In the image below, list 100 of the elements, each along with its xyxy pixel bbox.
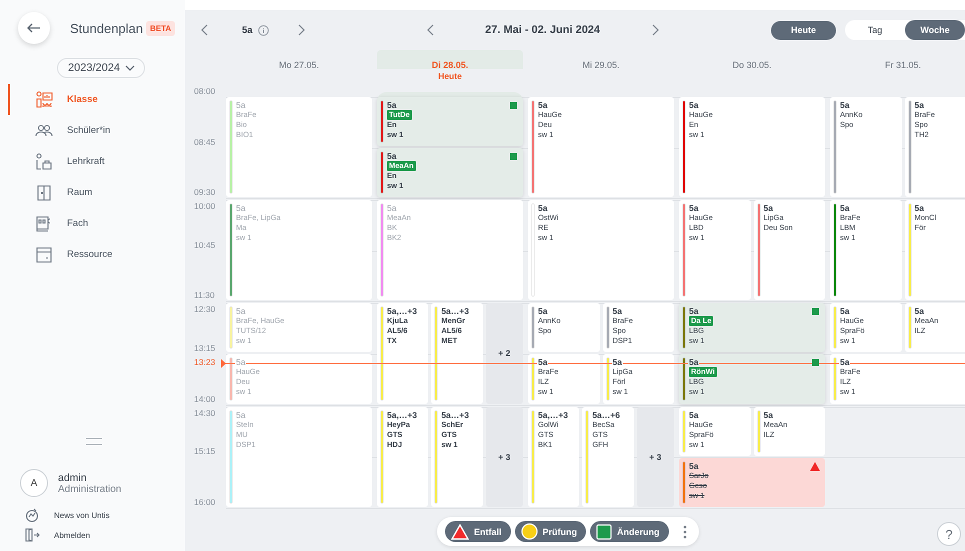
lesson-class: 5a…+6: [591, 410, 621, 420]
lesson-class: 5a: [386, 203, 398, 214]
day-header: Mo 27.05.: [278, 60, 320, 70]
user-name: admin: [58, 472, 88, 484]
lesson-class: 5a: [688, 410, 700, 420]
chevron-down-icon: [125, 65, 135, 71]
lesson-class: 5a: [762, 203, 774, 214]
nav-item[interactable]: Lehrkraft: [8, 146, 185, 177]
lesson-class: 5a: [386, 100, 398, 110]
change-marker-icon: [510, 153, 517, 160]
time-label: 09:30: [194, 187, 216, 198]
beta-badge: BETA: [146, 20, 176, 36]
legend-filter[interactable]: Prüfung: [514, 521, 586, 542]
lesson-class: 5a,…+3: [537, 410, 570, 420]
day-header: Do 30.05.: [732, 60, 772, 70]
next-week-button[interactable]: [650, 22, 661, 38]
week-range: 27. Mai - 02. Juni 2024: [485, 24, 600, 36]
lesson-class: 5a…+3: [440, 410, 470, 420]
today-button[interactable]: Heute: [771, 20, 836, 40]
change-marker-icon: [510, 102, 517, 109]
news-icon: [24, 507, 40, 523]
more-options-icon[interactable]: [682, 524, 687, 538]
more-lessons[interactable]: + 2: [486, 303, 523, 404]
triangle-icon: [451, 524, 469, 540]
year-dropdown[interactable]: 2023/2024: [57, 58, 145, 78]
lesson-class: 5a,…+3: [386, 410, 418, 420]
box-icon: [35, 246, 53, 264]
lesson-class: 5a: [688, 100, 700, 110]
help-button[interactable]: ?: [937, 522, 961, 546]
nav-item[interactable]: Schüler*in: [8, 115, 185, 146]
easel-icon: [35, 90, 53, 108]
chevron-right-icon: [298, 24, 305, 36]
time-label: 12:30: [194, 304, 216, 314]
lesson-class: 5a: [235, 410, 246, 420]
user-role: Administration: [58, 484, 122, 494]
back-button[interactable]: [18, 12, 50, 44]
lesson-class: 5a: [762, 410, 774, 420]
lesson-class: 5a: [839, 306, 850, 316]
time-label: 15:15: [194, 446, 216, 456]
lesson-class: 5a: [612, 306, 623, 316]
view-toggle[interactable]: Tag: [845, 20, 905, 40]
nav-item[interactable]: Fach: [8, 208, 185, 239]
next-class-button[interactable]: [296, 22, 307, 38]
more-lessons[interactable]: + 3: [636, 406, 674, 507]
user-avatar[interactable]: A: [20, 469, 48, 497]
day-header: Di 28.05.: [432, 60, 468, 70]
lesson-class: 5a: [688, 460, 700, 471]
lesson-class: 5a: [839, 100, 850, 110]
chevron-left-icon: [201, 24, 208, 36]
lesson-class: 5a: [537, 100, 548, 110]
back-arrow-icon: [27, 23, 41, 33]
logout-icon: [24, 527, 40, 543]
day-header: Mi 29.05.: [582, 60, 620, 70]
chevron-right-icon: [652, 24, 659, 36]
lesson-class: 5a: [914, 100, 925, 110]
today-label: Heute: [438, 71, 462, 81]
chevron-left-icon: [426, 24, 434, 36]
time-label: 10:00: [194, 201, 216, 212]
lesson-class: 5a…+3: [440, 306, 470, 316]
resize-handle[interactable]: [86, 438, 102, 445]
cancel-marker-icon: [810, 462, 820, 471]
time-label: 10:45: [194, 240, 216, 250]
previous-week-button[interactable]: [424, 22, 436, 38]
nav-item[interactable]: Ressource: [8, 239, 185, 270]
lesson-class: 5a: [235, 306, 246, 316]
time-label: 11:30: [194, 290, 215, 300]
lesson-class: 5a: [612, 357, 623, 368]
lesson-class: 5a: [235, 357, 246, 368]
time-label: 08:45: [194, 136, 216, 147]
time-label: 13:15: [194, 343, 216, 353]
time-label: 16:00: [194, 496, 216, 507]
previous-class-button[interactable]: [199, 22, 210, 38]
lesson-class: 5a: [688, 357, 700, 368]
more-lessons[interactable]: + 3: [486, 406, 523, 507]
time-label: 14:00: [194, 394, 216, 404]
lesson-class: 5a: [537, 306, 548, 316]
sidebar-link[interactable]: Abmelden: [0, 525, 185, 545]
lesson-class: 5a: [914, 306, 925, 316]
time-label: 14:30: [194, 408, 216, 418]
lesson-class: 5a: [914, 203, 925, 214]
info-icon[interactable]: [258, 24, 269, 36]
lesson-class: 5a: [235, 203, 246, 214]
lesson-class: 5a: [688, 203, 700, 214]
nav-item[interactable]: Raum: [8, 177, 185, 208]
legend-filter[interactable]: Entfall: [445, 521, 511, 542]
lesson-class: 5a: [386, 151, 398, 162]
view-toggle[interactable]: Woche: [905, 20, 965, 40]
sidebar-link[interactable]: News von Untis: [0, 505, 185, 525]
day-header: Fr 31.05.: [884, 60, 922, 70]
lesson-class: 5a: [537, 203, 548, 214]
door-icon: [35, 184, 53, 202]
lesson-class: 5a,…+3: [386, 306, 418, 316]
lesson-class: 5a: [235, 100, 246, 110]
change-marker-icon: [812, 308, 819, 316]
legend-filter[interactable]: Änderung: [590, 521, 669, 542]
square-icon: [596, 524, 612, 540]
lesson-class: 5a: [688, 306, 700, 316]
person-briefcase-icon: [35, 152, 53, 170]
current-time-label: 13:23: [194, 356, 216, 367]
app-title: Stundenplan: [70, 20, 144, 36]
